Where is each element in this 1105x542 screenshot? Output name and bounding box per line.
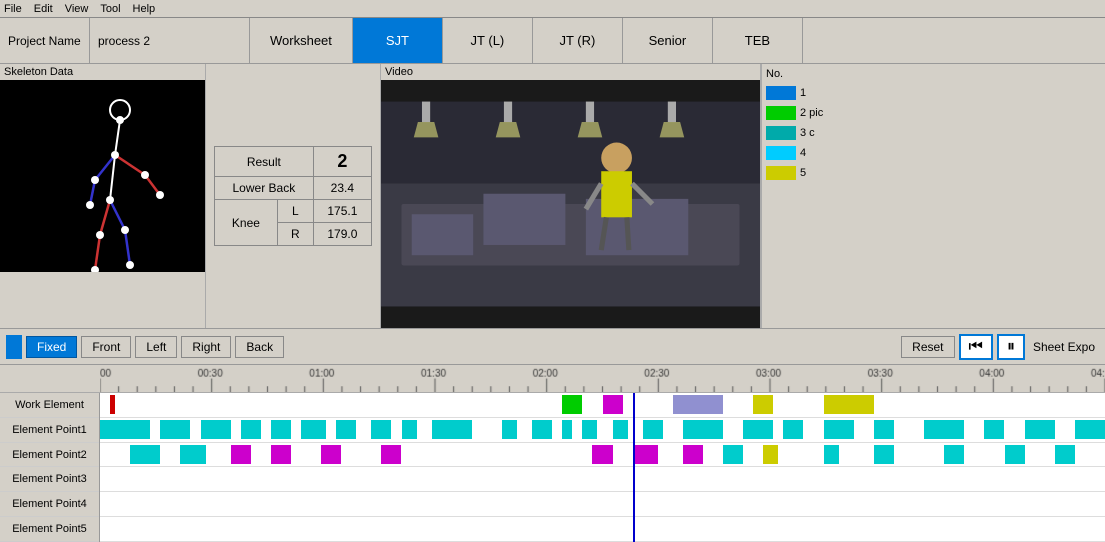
knee-l-value: 175.1 (313, 200, 371, 223)
tab-senior[interactable]: Senior (623, 18, 713, 63)
result-value: 2 (313, 147, 371, 177)
prev-button[interactable]: ⏮ (959, 334, 993, 360)
btn-front[interactable]: Front (81, 336, 131, 358)
tab-sjt[interactable]: SJT (353, 18, 443, 63)
result-label: Result (215, 147, 314, 177)
video-label: Video (381, 64, 760, 80)
knee-label: Knee (215, 200, 278, 246)
reset-button[interactable]: Reset (901, 336, 954, 358)
track-label-ep2: Element Point2 (0, 443, 99, 468)
track-row-ep2 (100, 443, 1105, 468)
info-row-3: 3 c (766, 124, 872, 142)
info-row-5: 5 (766, 164, 872, 182)
playhead (633, 393, 635, 542)
track-label-ep4: Element Point4 (0, 492, 99, 517)
track-row-ep4 (100, 492, 1105, 517)
controls-row: Fixed Front Left Right Back Reset ⏮ ⏸ Sh… (0, 329, 1105, 365)
track-label-ep3: Element Point3 (0, 467, 99, 492)
btn-back[interactable]: Back (235, 336, 284, 358)
tab-teb[interactable]: TEB (713, 18, 803, 63)
track-label-work: Work Element (0, 393, 99, 418)
lower-back-value: 23.4 (313, 177, 371, 200)
knee-r-value: 179.0 (313, 223, 371, 246)
track-labels: Work Element Element Point1 Element Poin… (0, 393, 100, 542)
project-label: Project Name (0, 18, 90, 63)
tab-jt-r[interactable]: JT (R) (533, 18, 623, 63)
track-row-ep3 (100, 467, 1105, 492)
info-row-4: 4 (766, 144, 872, 162)
timeline-ruler (0, 365, 1105, 393)
track-label-ep5: Element Point5 (0, 517, 99, 542)
result-table: Result 2 Lower Back 23.4 Knee L 175.1 R (214, 146, 372, 246)
info-row-1: 1 (766, 84, 872, 102)
btn-fixed[interactable]: Fixed (26, 336, 77, 358)
menu-help[interactable]: Help (133, 3, 156, 15)
menu-view[interactable]: View (65, 3, 89, 15)
btn-left[interactable]: Left (135, 336, 177, 358)
knee-r-label: R (277, 223, 313, 246)
no-label: No. (766, 68, 872, 80)
tab-worksheet[interactable]: Worksheet (250, 18, 353, 63)
info-panel: No. 1 2 pic 3 c 4 (761, 64, 876, 328)
skeleton-canvas (0, 80, 205, 272)
skeleton-label: Skeleton Data (0, 64, 205, 80)
color-indicator (6, 335, 22, 359)
knee-l-label: L (277, 200, 313, 223)
info-row-2: 2 pic (766, 104, 872, 122)
menu-edit[interactable]: Edit (34, 3, 53, 15)
menu-bar: File Edit View Tool Help (0, 0, 1105, 18)
tracks-content (100, 393, 1105, 542)
track-row-ep5 (100, 517, 1105, 542)
track-row-ep1 (100, 418, 1105, 443)
menu-file[interactable]: File (4, 3, 22, 15)
header-row: Project Name process 2 Worksheet SJT JT … (0, 18, 1105, 64)
video-canvas (381, 80, 760, 328)
track-row-work (100, 393, 1105, 418)
track-label-ep1: Element Point1 (0, 418, 99, 443)
pause-button[interactable]: ⏸ (997, 334, 1025, 360)
tab-jt-l[interactable]: JT (L) (443, 18, 533, 63)
tracks-container: Work Element Element Point1 Element Poin… (0, 393, 1105, 542)
menu-tool[interactable]: Tool (100, 3, 120, 15)
btn-right[interactable]: Right (181, 336, 231, 358)
sheet-export-label: Sheet Expo (1029, 340, 1099, 354)
project-name: process 2 (90, 18, 250, 63)
lower-back-label: Lower Back (215, 177, 314, 200)
